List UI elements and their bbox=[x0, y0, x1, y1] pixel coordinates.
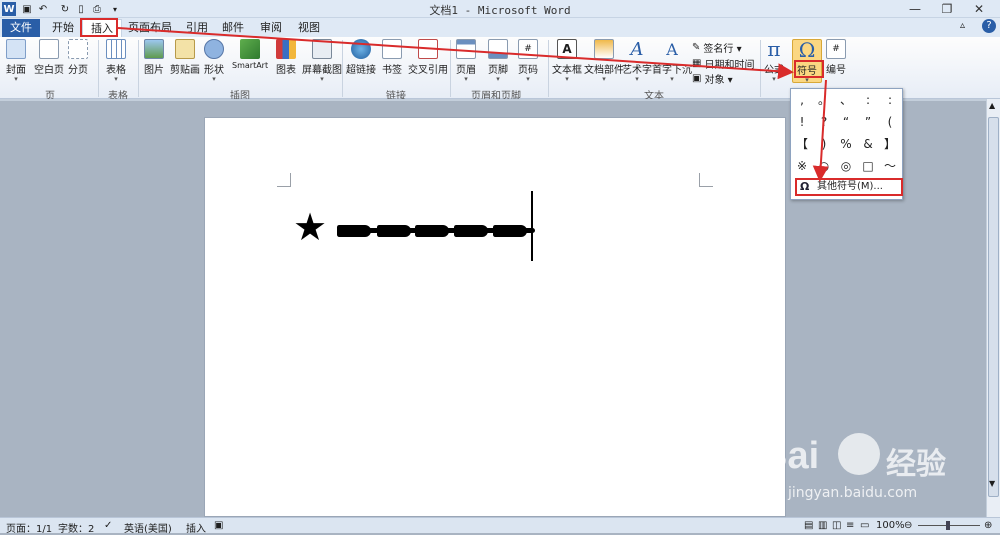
zoom-in-icon[interactable]: ⊕ bbox=[984, 520, 992, 531]
arrow-symbol-to-more bbox=[812, 79, 829, 182]
watermark-url: jingyan.baidu.com bbox=[788, 485, 918, 501]
zoom-slider-thumb[interactable] bbox=[946, 521, 950, 530]
reading-layout-icon[interactable]: ▥ bbox=[818, 520, 827, 531]
watermark-brand: Bai bbox=[760, 435, 820, 477]
zoom-out-icon[interactable]: ⊖ bbox=[904, 520, 912, 531]
print-layout-icon[interactable]: ▤ bbox=[804, 520, 813, 531]
web-layout-icon[interactable]: ◫ bbox=[832, 520, 841, 531]
zoom-level[interactable]: 100% bbox=[876, 520, 905, 531]
status-bar: 页面：1/1 字数：2 ✓ 英语(美国) 插入 ▣ ▤ ▥ ◫ ≡ ▭ 100%… bbox=[0, 517, 1000, 535]
watermark-brand-cn: 经验 bbox=[886, 447, 946, 482]
draft-view-icon[interactable]: ▭ bbox=[860, 520, 869, 531]
outline-view-icon[interactable]: ≡ bbox=[846, 520, 854, 531]
macro-icon[interactable]: ▣ bbox=[214, 520, 223, 531]
paw-icon bbox=[838, 433, 880, 475]
arrow-insert-to-symbol bbox=[117, 27, 794, 80]
baidu-watermark: Bai 经验 jingyan.baidu.com bbox=[760, 425, 1000, 515]
proofing-icon[interactable]: ✓ bbox=[104, 520, 112, 531]
